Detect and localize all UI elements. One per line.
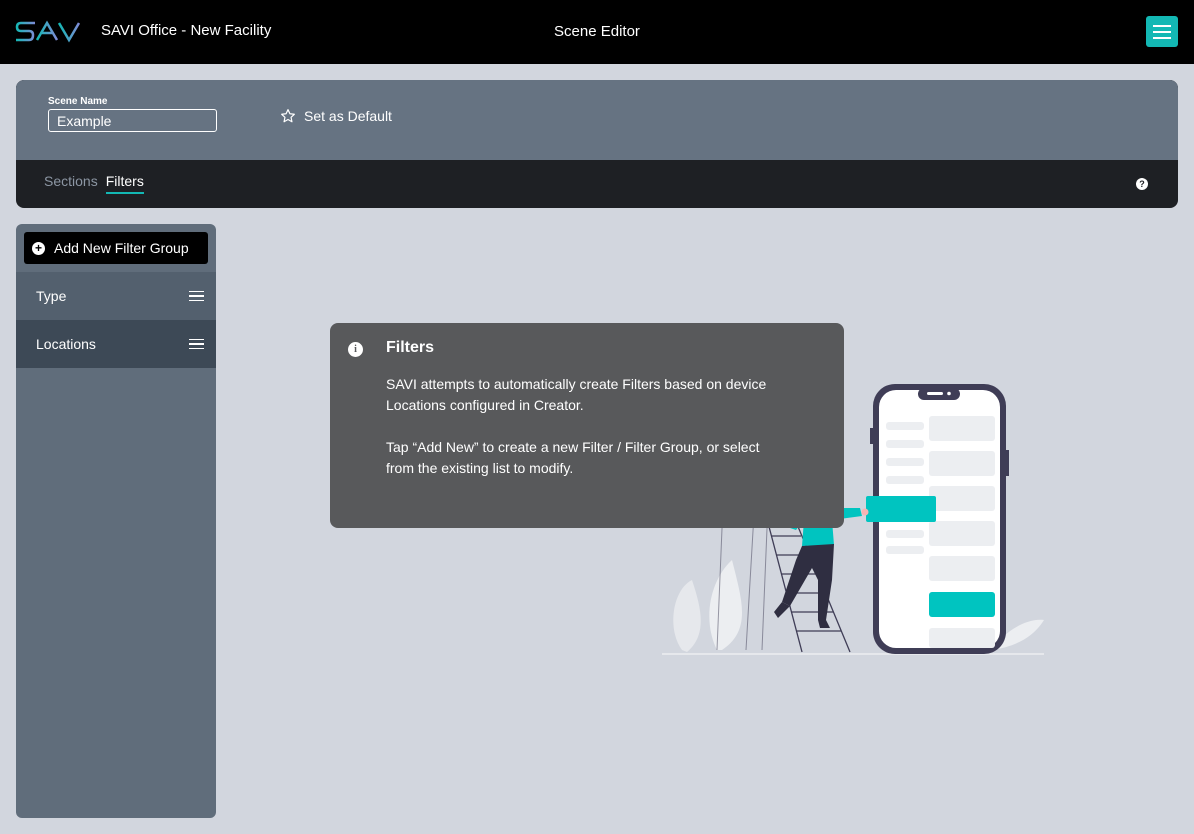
drag-handle-icon[interactable] bbox=[189, 290, 204, 302]
filter-group-label: Locations bbox=[36, 336, 96, 352]
add-new-filter-group-button[interactable]: + Add New Filter Group bbox=[24, 232, 208, 264]
scene-settings-panel: Scene Name Set as Default bbox=[16, 80, 1178, 160]
filter-group-item-type[interactable]: Type bbox=[16, 272, 216, 320]
info-paragraph: Tap “Add New” to create a new Filter / F… bbox=[386, 439, 760, 476]
scene-tabs: Sections Filters bbox=[44, 173, 144, 194]
tab-sections[interactable]: Sections bbox=[44, 173, 98, 194]
filter-group-sidebar: + Add New Filter Group Type Locations bbox=[16, 224, 216, 818]
hamburger-menu-icon-bar bbox=[1153, 36, 1171, 39]
tab-filters[interactable]: Filters bbox=[105, 173, 144, 194]
top-bar: SAVI Office - New Facility Scene Editor bbox=[0, 0, 1194, 64]
hamburger-menu-button[interactable] bbox=[1146, 16, 1178, 47]
scene-header-card: Scene Name Set as Default Sections Filte… bbox=[16, 80, 1178, 208]
filter-group-item-locations[interactable]: Locations bbox=[16, 320, 216, 368]
plus-circle-icon: + bbox=[32, 241, 45, 255]
hamburger-menu-icon-bar bbox=[1153, 30, 1171, 33]
set-as-default-label: Set as Default bbox=[304, 108, 392, 124]
scene-name-input[interactable] bbox=[48, 109, 217, 132]
info-title: Filters bbox=[386, 339, 435, 356]
star-icon bbox=[281, 109, 295, 123]
set-as-default-button[interactable]: Set as Default bbox=[280, 108, 392, 124]
help-icon[interactable]: ? bbox=[1136, 178, 1148, 190]
add-new-filter-group-label: Add New Filter Group bbox=[54, 240, 189, 256]
info-icon: i bbox=[348, 342, 363, 357]
drag-handle-icon[interactable] bbox=[189, 338, 204, 350]
info-paragraph: SAVI attempts to automatically create Fi… bbox=[386, 376, 767, 413]
scene-name-label: Scene Name bbox=[48, 96, 108, 107]
filter-group-label: Type bbox=[36, 288, 67, 304]
page-title: Scene Editor bbox=[554, 23, 640, 40]
hamburger-menu-icon-bar bbox=[1153, 24, 1171, 27]
filters-info-card: i Filters SAVI attempts to automatically… bbox=[330, 323, 844, 528]
